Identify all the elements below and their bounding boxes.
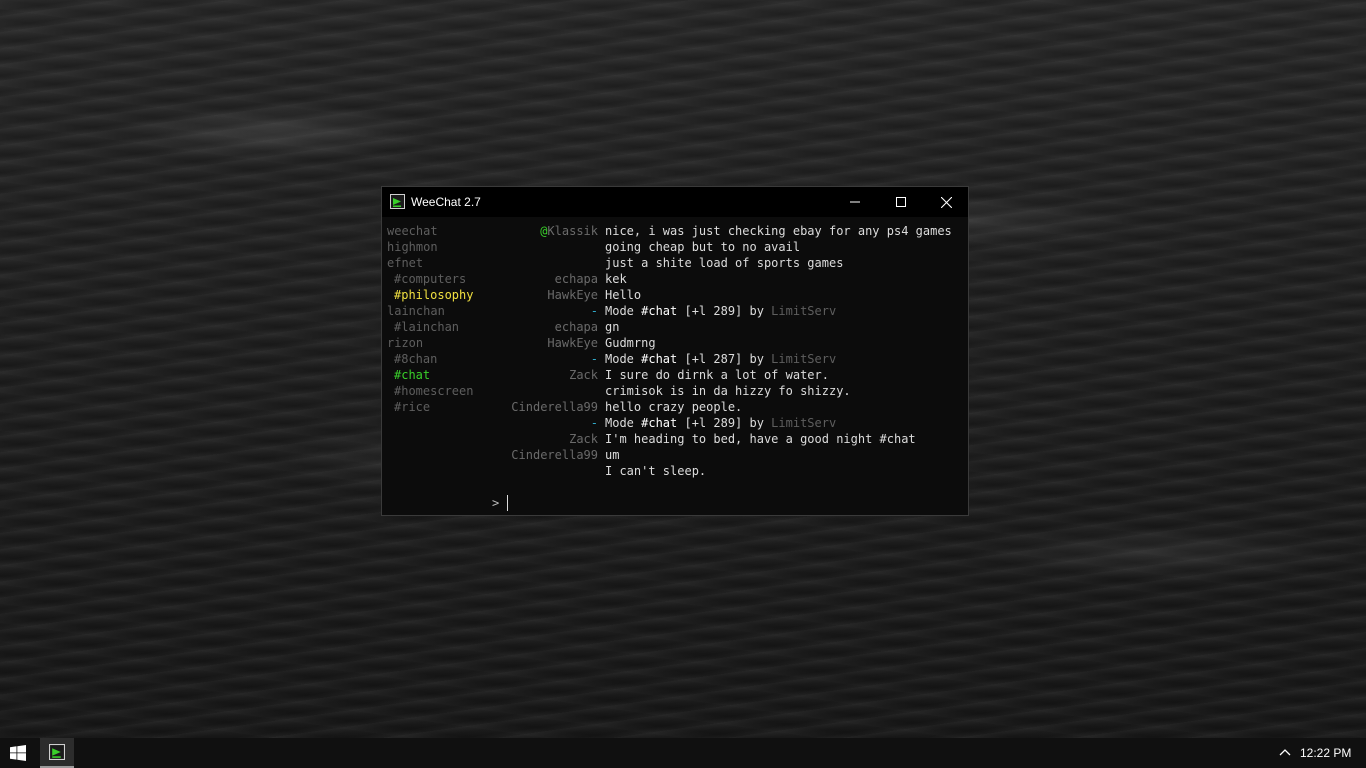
chat-message: going cheap but to no avail xyxy=(605,240,801,254)
mode-by: LimitServ xyxy=(771,352,837,366)
chat-nick: - xyxy=(590,352,598,366)
mode-chan: #chat xyxy=(641,352,678,366)
input-prompt: > xyxy=(492,496,500,510)
title-bar[interactable]: WeeChat 2.7 xyxy=(382,187,968,217)
chat-message: hello crazy people. xyxy=(605,400,743,414)
buffer-item[interactable]: #computers xyxy=(387,271,497,287)
chat-message: I sure do dirnk a lot of water. xyxy=(605,368,829,382)
buffer-item[interactable]: #chat xyxy=(387,367,497,383)
taskbar: 12:22 PM xyxy=(0,738,1366,768)
chat-nick: Cinderella99 xyxy=(511,448,598,462)
buffer-list: weechat highmon efnet #computers #philosophy… xyxy=(387,223,497,415)
window-title: WeeChat 2.7 xyxy=(411,195,481,209)
minimize-button[interactable] xyxy=(832,187,878,217)
chat-nick: echapa xyxy=(554,320,598,334)
chat-message: Hello xyxy=(605,288,642,302)
mode-before: Mode xyxy=(605,304,642,318)
mode-by: LimitServ xyxy=(771,416,837,430)
taskbar-clock[interactable]: 12:22 PM xyxy=(1300,746,1351,760)
buffer-item[interactable]: #homescreen xyxy=(387,383,497,399)
buffer-item[interactable]: highmon xyxy=(387,239,497,255)
chat-message: Gudmrng xyxy=(605,336,656,350)
chat-message: kek xyxy=(605,272,627,286)
chat-nick: echapa xyxy=(554,272,598,286)
chat-line: - Mode #chat [+l 289] by LimitServ xyxy=(497,415,963,431)
start-button[interactable] xyxy=(0,738,36,768)
chat-line: echapa gn xyxy=(497,319,963,335)
buffer-item[interactable]: efnet xyxy=(387,255,497,271)
chevron-up-icon[interactable] xyxy=(1278,745,1292,761)
buffer-item[interactable]: rizon xyxy=(387,335,497,351)
weechat-window[interactable]: WeeChat 2.7 weechat highmon efnet #computer… xyxy=(381,186,969,516)
mode-mid: [+l 287] by xyxy=(677,352,772,366)
chat-message: um xyxy=(605,448,620,462)
chat-message: nice, i was just checking ebay for any p… xyxy=(605,224,952,238)
mode-before: Mode xyxy=(605,352,642,366)
nick-name: Klassik xyxy=(547,224,598,238)
chat-nick: Zack xyxy=(569,432,598,446)
windows-logo-icon xyxy=(10,745,26,761)
chat-nick: Zack xyxy=(569,368,598,382)
chat-message: Mode #chat [+l 287] by LimitServ xyxy=(605,351,836,367)
buffer-item[interactable]: lainchan xyxy=(387,303,497,319)
buffer-item[interactable]: #philosophy xyxy=(387,287,497,303)
chat-line: just a shite load of sports games xyxy=(497,255,963,271)
mode-by: LimitServ xyxy=(771,304,837,318)
chat-message: I can't sleep. xyxy=(605,464,707,478)
input-bar[interactable]: > xyxy=(387,495,963,511)
buffer-item[interactable]: #8chan xyxy=(387,351,497,367)
chat-line: echapa kek xyxy=(497,271,963,287)
chat-message: Mode #chat [+l 289] by LimitServ xyxy=(605,415,836,431)
mode-mid: [+l 289] by xyxy=(677,416,772,430)
chat-message: Mode #chat [+l 289] by LimitServ xyxy=(605,303,836,319)
chat-log: @Klassik nice, i was just checking ebay f… xyxy=(497,223,963,479)
chat-line: HawkEye Hello xyxy=(497,287,963,303)
taskbar-weechat-button[interactable] xyxy=(40,738,74,768)
chat-nick: HawkEye xyxy=(547,288,598,302)
chat-line: crimisok is in da hizzy fo shizzy. xyxy=(497,383,963,399)
chat-line: Zack I'm heading to bed, have a good nigh… xyxy=(497,431,963,447)
chat-line: Cinderella99 um xyxy=(497,447,963,463)
chat-nick: Cinderella99 xyxy=(511,400,598,414)
chat-line: Zack I sure do dirnk a lot of water. xyxy=(497,367,963,383)
terminal-area[interactable]: weechat highmon efnet #computers #philosophy… xyxy=(387,223,963,511)
chat-message: just a shite load of sports games xyxy=(605,256,844,270)
weechat-app-icon xyxy=(49,744,65,760)
chat-line: Cinderella99 hello crazy people. xyxy=(497,399,963,415)
maximize-button[interactable] xyxy=(878,187,924,217)
chat-line: going cheap but to no avail xyxy=(497,239,963,255)
buffer-item[interactable]: #lainchan xyxy=(387,319,497,335)
buffer-item[interactable]: #rice xyxy=(387,399,497,415)
minimize-icon xyxy=(850,201,860,203)
mode-mid: [+l 289] by xyxy=(677,304,772,318)
chat-message: crimisok is in da hizzy fo shizzy. xyxy=(605,384,851,398)
chat-line: I can't sleep. xyxy=(497,463,963,479)
weechat-app-icon xyxy=(390,194,405,209)
chat-nick: - xyxy=(590,416,598,430)
text-cursor xyxy=(507,495,508,511)
close-button[interactable] xyxy=(923,187,969,217)
chat-line: - Mode #chat [+l 287] by LimitServ xyxy=(497,351,963,367)
mode-chan: #chat xyxy=(641,304,678,318)
chat-nick: HawkEye xyxy=(547,336,598,350)
chat-message: I'm heading to bed, have a good night #c… xyxy=(605,432,916,446)
buffer-item[interactable]: weechat xyxy=(387,223,497,239)
mode-before: Mode xyxy=(605,416,642,430)
chat-line: HawkEye Gudmrng xyxy=(497,335,963,351)
chat-nick: - xyxy=(590,304,598,318)
mode-chan: #chat xyxy=(641,416,678,430)
close-icon xyxy=(940,196,952,208)
maximize-icon xyxy=(896,197,906,207)
chat-message: gn xyxy=(605,320,620,334)
chat-line: - Mode #chat [+l 289] by LimitServ xyxy=(497,303,963,319)
chat-nick: @Klassik xyxy=(497,223,598,239)
chat-line: @Klassik nice, i was just checking ebay f… xyxy=(497,223,963,239)
